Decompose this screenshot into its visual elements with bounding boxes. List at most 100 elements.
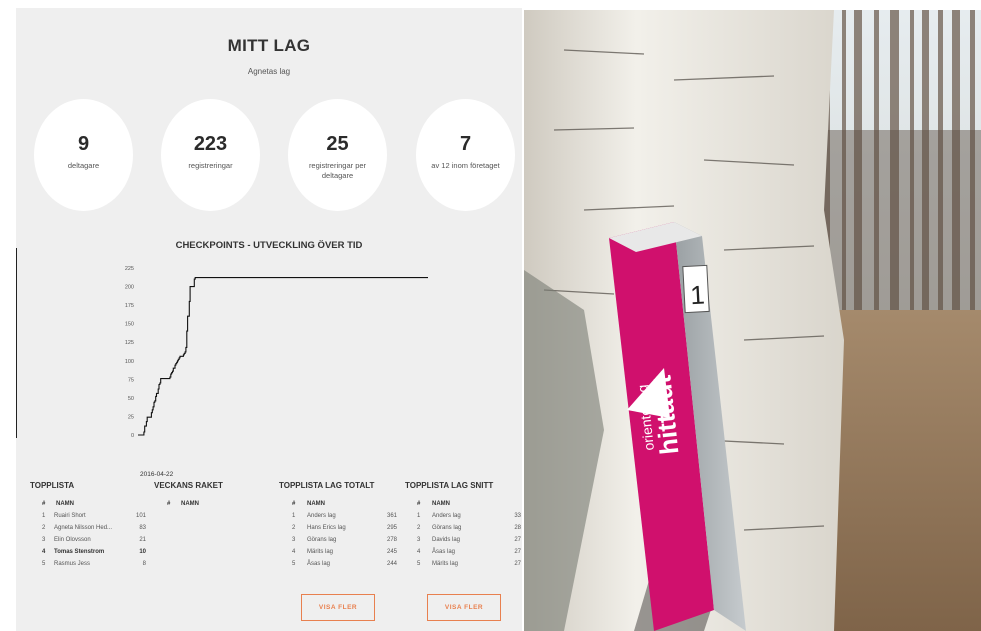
y-tick-label: 25 — [128, 414, 134, 420]
row-name: Görans lag — [432, 525, 462, 531]
row-rank: 1 — [42, 513, 46, 519]
stat-label: registreringar — [188, 161, 233, 170]
row-name: Ruairi Short — [54, 513, 86, 519]
row-rank: 5 — [42, 561, 46, 567]
row-rank: 4 — [417, 549, 421, 555]
row-rank: 4 — [292, 549, 296, 555]
row-rank: 5 — [292, 561, 296, 567]
table-row: 4 Märits lag 245 — [290, 549, 397, 561]
topplista-title: TOPPLISTA — [30, 481, 75, 490]
topplista-col-num: # — [42, 501, 46, 507]
stat-label: deltagare — [67, 161, 100, 170]
table-row: 2 Hans Erics lag 295 — [290, 525, 397, 537]
row-value: 27 — [514, 549, 521, 555]
table-row: 4 Tomas Stenstrom 10 — [40, 549, 146, 561]
chart-title: CHECKPOINTS - UTVECKLING ÖVER TID — [175, 240, 363, 251]
visa-fler-snitt-button[interactable]: VISA FLER — [427, 594, 501, 621]
topplista-col-name: NAMN — [56, 501, 74, 507]
row-value: 28 — [514, 525, 521, 531]
page-title: MITT LAG — [227, 36, 311, 55]
lag-snitt-col-name: NAMN — [432, 501, 450, 507]
checkpoints-chart: 0 25 50 75 100 125 150 175 200 225 — [125, 266, 428, 439]
table-row: 5 Märits lag 27 — [415, 561, 521, 573]
y-tick-label: 150 — [125, 322, 134, 328]
lag-totalt-col-num: # — [292, 501, 296, 507]
row-rank: 4 — [42, 549, 46, 555]
row-value: 278 — [386, 537, 397, 543]
stat-value: 9 — [77, 133, 90, 155]
table-row: 1 Anders lag 33 — [415, 513, 521, 525]
visa-fler-totalt-button[interactable]: VISA FLER — [301, 594, 375, 621]
stat-label: av 12 inom företaget — [431, 161, 500, 170]
table-row: 1 Anders lag 361 — [290, 513, 397, 525]
stat-company-rank: 7 av 12 inom företaget — [416, 99, 515, 211]
team-dashboard: MITT LAG Agnetas lag 9 deltagare 223 reg… — [16, 8, 522, 631]
row-name: Märits lag — [432, 561, 459, 567]
table-row: 5 Rasmus Jess 8 — [40, 561, 146, 573]
row-value: 10 — [139, 549, 146, 555]
y-tick-label: 0 — [131, 433, 134, 439]
table-row: 2 Görans lag 28 — [415, 525, 521, 537]
row-value: 361 — [386, 513, 397, 519]
row-rank: 3 — [292, 537, 296, 543]
row-name: Görans lag — [307, 537, 337, 543]
row-name: Hans Erics lag — [307, 525, 346, 531]
stat-participants: 9 deltagare — [34, 99, 133, 211]
stat-label: registreringar per deltagare — [308, 161, 367, 180]
lag-totalt-col-name: NAMN — [307, 501, 325, 507]
row-name: Märits lag — [307, 549, 334, 555]
lag-snitt-col-num: # — [417, 501, 421, 507]
veckans-col-name: NAMN — [181, 501, 199, 507]
y-tick-label: 125 — [125, 340, 134, 346]
row-name: Åsas lag — [307, 561, 331, 567]
y-tick-label: 175 — [125, 303, 134, 309]
row-rank: 2 — [292, 525, 296, 531]
team-name: Agnetas lag — [247, 67, 291, 76]
row-value: 101 — [135, 513, 146, 519]
row-rank: 1 — [292, 513, 296, 519]
row-value: 8 — [142, 561, 146, 567]
row-name: Åsas lag — [432, 549, 456, 555]
table-row: 2 Agneta Nilsson Hed... 83 — [40, 525, 146, 537]
veckans-raket-title: VECKANS RAKET — [154, 481, 223, 490]
y-tick-label: 200 — [125, 285, 134, 291]
row-name: Anders lag — [307, 513, 336, 519]
row-value: 83 — [139, 525, 146, 531]
left-edge-line — [16, 248, 17, 438]
veckans-col-num: # — [167, 501, 171, 507]
table-row: 3 Görans lag 278 — [290, 537, 397, 549]
row-value: 27 — [514, 537, 521, 543]
row-value: 33 — [514, 513, 521, 519]
series-line — [138, 277, 428, 436]
table-row: 3 Elin Olovsson 21 — [40, 537, 146, 549]
table-row: 1 Ruairi Short 101 — [40, 513, 146, 525]
orienteering-photo: 1 orientering hittaut — [524, 10, 981, 631]
stat-value: 25 — [326, 133, 349, 155]
lag-snitt-title: TOPPLISTA LAG SNITT — [405, 481, 494, 490]
row-name: Rasmus Jess — [54, 561, 91, 567]
table-row: 4 Åsas lag 27 — [415, 549, 521, 561]
row-rank: 2 — [417, 525, 421, 531]
row-name: Tomas Stenstrom — [54, 549, 105, 555]
y-tick-label: 75 — [128, 377, 134, 383]
row-name: Elin Olovsson — [54, 537, 91, 543]
lag-totalt-title: TOPPLISTA LAG TOTALT — [279, 481, 375, 490]
row-value: 27 — [514, 561, 521, 567]
table-row: 3 Davids lag 27 — [415, 537, 521, 549]
stat-registrations: 223 registreringar — [161, 99, 260, 211]
y-tick-label: 100 — [125, 359, 134, 365]
stat-value: 223 — [193, 133, 228, 155]
y-tick-label: 225 — [125, 266, 134, 272]
table-row: 5 Åsas lag 244 — [290, 561, 397, 573]
row-rank: 3 — [417, 537, 421, 543]
row-rank: 2 — [42, 525, 46, 531]
post-number: 1 — [690, 280, 706, 311]
stat-value: 7 — [459, 133, 472, 155]
row-name: Anders lag — [432, 513, 461, 519]
row-rank: 3 — [42, 537, 46, 543]
row-value: 244 — [386, 561, 397, 567]
row-rank: 5 — [417, 561, 421, 567]
row-name: Davids lag — [432, 537, 461, 543]
y-tick-label: 50 — [128, 396, 134, 402]
row-value: 21 — [139, 537, 146, 543]
